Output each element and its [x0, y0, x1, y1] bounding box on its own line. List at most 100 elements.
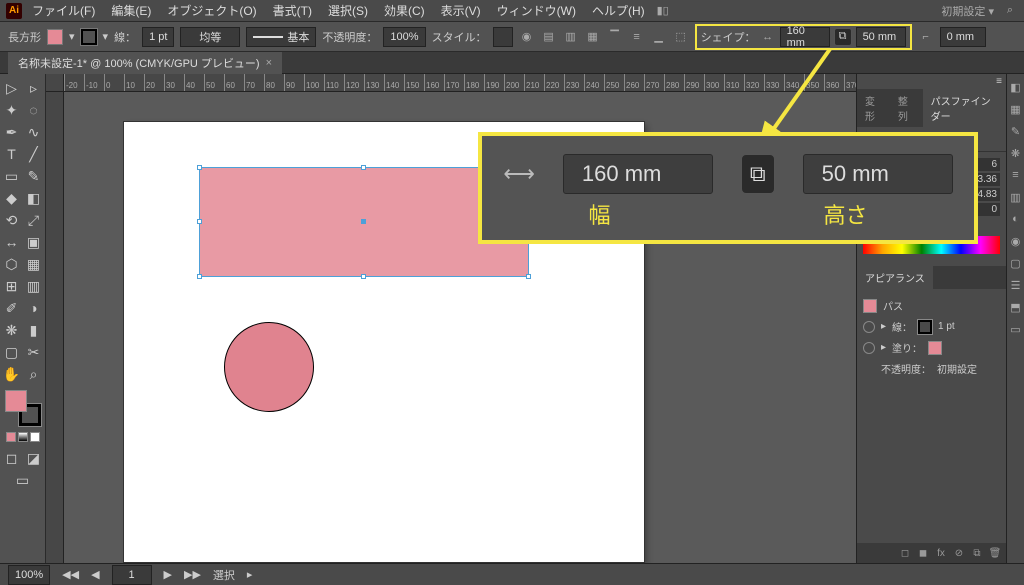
duplicate-icon[interactable]: ⧉ [970, 546, 984, 560]
tab-pathfinder[interactable]: パスファインダー [923, 89, 1006, 127]
dock-color-icon[interactable]: ◧ [1009, 80, 1023, 94]
align-mid-icon[interactable]: ≡ [629, 29, 645, 45]
shape-width-field[interactable]: 160 mm [780, 27, 830, 47]
shape-builder-tool[interactable]: ⬡ [2, 254, 22, 274]
lasso-tool[interactable]: ◌ [24, 100, 44, 120]
tab-align[interactable]: 整列 [890, 89, 923, 127]
close-tab-icon[interactable]: × [266, 57, 272, 69]
rectangle-tool[interactable]: ▭ [2, 166, 22, 186]
align-left-icon[interactable]: ▤ [541, 29, 557, 45]
dock-symbols-icon[interactable]: ❋ [1009, 146, 1023, 160]
blend-tool[interactable]: ◑ [24, 298, 44, 318]
curvature-tool[interactable]: ∿ [24, 122, 44, 142]
free-transform-tool[interactable]: ▣ [24, 232, 44, 252]
none-mode[interactable] [30, 432, 40, 442]
gradient-tool[interactable]: ▥ [24, 276, 44, 296]
style-swatch[interactable] [493, 27, 513, 47]
recolor-icon[interactable]: ◉ [519, 29, 535, 45]
graph-tool[interactable]: ▮ [24, 320, 44, 340]
isolate-icon[interactable]: ⬚ [673, 29, 689, 45]
ruler-vertical[interactable] [46, 92, 64, 563]
dock-artboards-icon[interactable]: ▭ [1009, 322, 1023, 336]
search-icon[interactable]: ⌕ [1002, 3, 1018, 19]
stroke-dropdown-icon[interactable]: ▾ [103, 30, 109, 43]
gradient-mode[interactable] [18, 432, 28, 442]
add-fill-icon[interactable]: ◼ [916, 546, 930, 560]
trash-icon[interactable]: 🗑 [988, 546, 1002, 560]
draw-normal[interactable]: ◻ [2, 448, 22, 468]
fill-swatch[interactable] [47, 29, 63, 45]
clear-icon[interactable]: ⊘ [952, 546, 966, 560]
document-tab[interactable]: 名称未設定-1* @ 100% (CMYK/GPU プレビュー) × [8, 52, 282, 74]
dock-appearance-icon[interactable]: ◉ [1009, 234, 1023, 248]
tab-transform[interactable]: 変形 [857, 89, 890, 127]
line-tool[interactable]: ╱ [24, 144, 44, 164]
width-tool[interactable]: ↔ [2, 232, 22, 252]
dock-transparency-icon[interactable]: ◐ [1009, 212, 1023, 226]
mesh-tool[interactable]: ⊞ [2, 276, 22, 296]
artboard-tool[interactable]: ▢ [2, 342, 22, 362]
artboard-nav-back-icon[interactable]: ◀ [91, 568, 99, 581]
menu-view[interactable]: 表示(V) [435, 0, 487, 21]
fill-stroke-indicator[interactable] [5, 390, 41, 426]
pen-tool[interactable]: ✒ [2, 122, 22, 142]
scale-tool[interactable]: ⤢ [24, 210, 44, 230]
symbol-sprayer-tool[interactable]: ❋ [2, 320, 22, 340]
dock-stroke-icon[interactable]: ≡ [1009, 168, 1023, 182]
panel-menu-icon[interactable]: ≡ [996, 76, 1002, 87]
eyedropper-tool[interactable]: ✐ [2, 298, 22, 318]
stroke-swatch[interactable] [81, 29, 97, 45]
status-selection-label[interactable]: 選択 [213, 567, 235, 583]
tab-appearance[interactable]: アピアランス [857, 266, 933, 289]
menu-object[interactable]: オブジェクト(O) [161, 0, 262, 21]
stroke-weight-field[interactable]: 1 pt [142, 27, 174, 47]
zoom-field[interactable]: 100% [8, 565, 50, 585]
selection-tool[interactable]: ▷ [2, 78, 22, 98]
menu-edit[interactable]: 編集(E) [105, 0, 157, 21]
type-tool[interactable]: T [2, 144, 22, 164]
screen-mode[interactable]: ▭ [13, 470, 33, 490]
align-right-icon[interactable]: ▦ [585, 29, 601, 45]
bookshelf-icon[interactable]: ▮▯ [655, 3, 671, 19]
draw-behind[interactable]: ◪ [24, 448, 44, 468]
appearance-opacity-value[interactable]: 初期設定 [937, 361, 977, 376]
dock-swatches-icon[interactable]: ▦ [1009, 102, 1023, 116]
dock-gradient-icon[interactable]: ▥ [1009, 190, 1023, 204]
direct-selection-tool[interactable]: ▹ [24, 78, 44, 98]
menu-file[interactable]: ファイル(F) [26, 0, 101, 21]
rotate-tool[interactable]: ⟲ [2, 210, 22, 230]
workspace-selector[interactable]: 初期設定 ▾ [937, 3, 998, 19]
ruler-horizontal[interactable]: -20-100102030405060708090100110120130140… [64, 74, 856, 92]
paintbrush-tool[interactable]: ✎ [24, 166, 44, 186]
perspective-tool[interactable]: ▦ [24, 254, 44, 274]
magic-wand-tool[interactable]: ✦ [2, 100, 22, 120]
shaper-tool[interactable]: ◆ [2, 188, 22, 208]
menu-select[interactable]: 選択(S) [322, 0, 374, 21]
slice-tool[interactable]: ✂ [24, 342, 44, 362]
visibility-toggle-fill[interactable] [863, 342, 875, 354]
artboard-nav-last-icon[interactable]: ▶▶ [184, 568, 201, 581]
stroke-profile[interactable]: 均等 [180, 27, 240, 47]
eraser-tool[interactable]: ◧ [24, 188, 44, 208]
dock-graphic-styles-icon[interactable]: ▢ [1009, 256, 1023, 270]
zoom-tool[interactable]: ⌕ [24, 364, 44, 384]
hand-tool[interactable]: ✋ [2, 364, 22, 384]
menu-help[interactable]: ヘルプ(H) [586, 0, 651, 21]
corner-radius-field[interactable]: 0 mm [940, 27, 986, 47]
appearance-stroke-swatch[interactable] [918, 320, 932, 334]
color-mode[interactable] [6, 432, 16, 442]
dock-brushes-icon[interactable]: ✎ [1009, 124, 1023, 138]
fill-dropdown-icon[interactable]: ▾ [69, 30, 75, 43]
link-wh-icon[interactable]: ⧉ [834, 28, 852, 46]
menu-window[interactable]: ウィンドウ(W) [491, 0, 582, 21]
fill-indicator[interactable] [5, 390, 27, 412]
menu-effect[interactable]: 効果(C) [378, 0, 431, 21]
ruler-origin[interactable] [46, 74, 64, 92]
ellipse-object[interactable] [224, 322, 314, 412]
add-effect-icon[interactable]: fx [934, 546, 948, 560]
menu-type[interactable]: 書式(T) [267, 0, 318, 21]
dock-layers-icon[interactable]: ☰ [1009, 278, 1023, 292]
dock-asset-icon[interactable]: ⬒ [1009, 300, 1023, 314]
align-center-icon[interactable]: ▥ [563, 29, 579, 45]
appearance-fill-swatch[interactable] [928, 341, 942, 355]
